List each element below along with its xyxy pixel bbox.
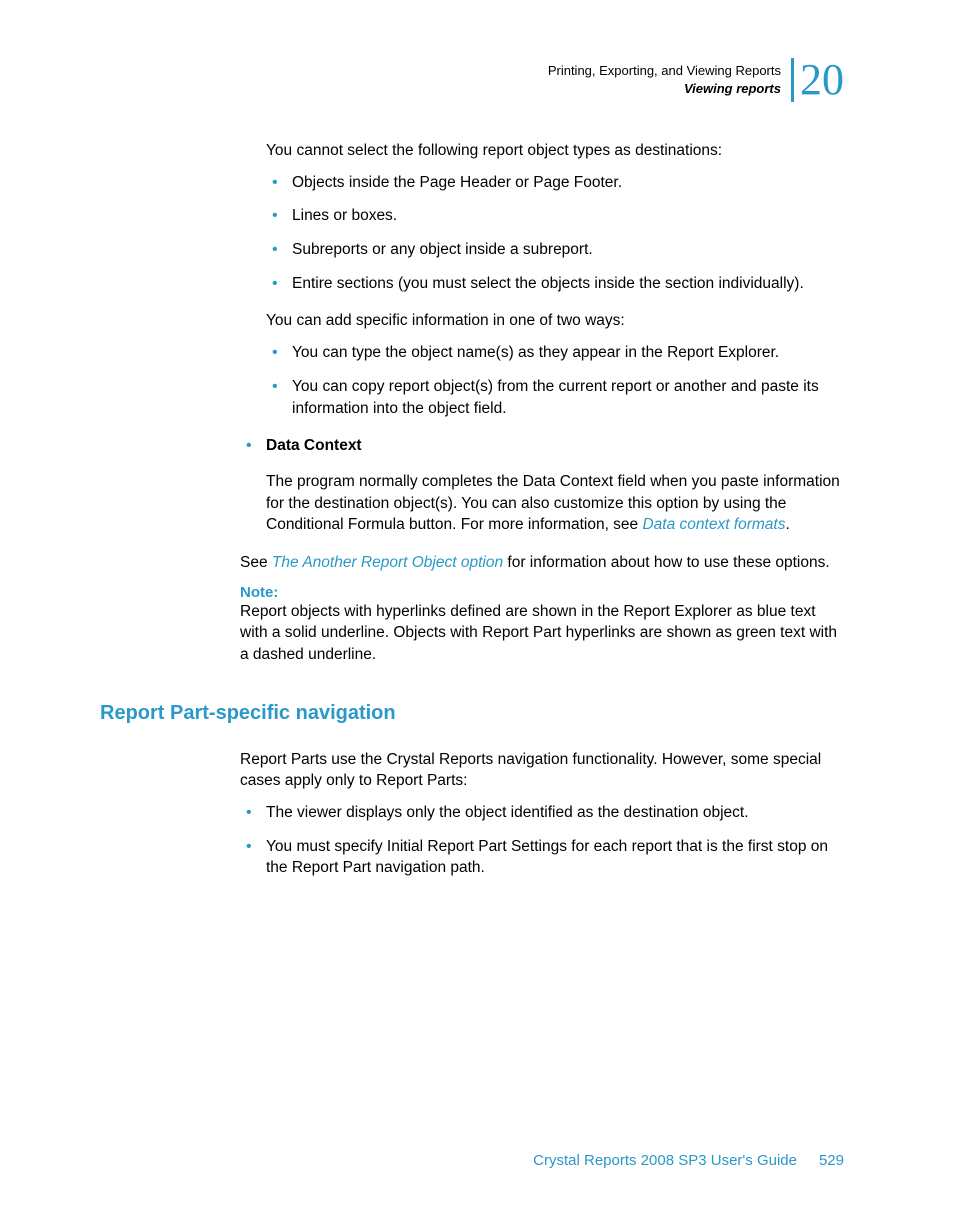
page-content: You cannot select the following report o… xyxy=(240,140,844,895)
section-heading: Report Part-specific navigation xyxy=(100,702,844,725)
data-context-body: The program normally completes the Data … xyxy=(266,471,844,536)
list-item: Lines or boxes. xyxy=(266,205,844,227)
section-bullets: The viewer displays only the object iden… xyxy=(240,802,844,879)
list-item: Objects inside the Page Header or Page F… xyxy=(266,172,844,194)
ways-intro: You can add specific information in one … xyxy=(266,310,844,332)
note-label: Note: xyxy=(240,584,844,601)
data-context-list: Data Context The program normally comple… xyxy=(240,435,844,536)
see-also-pre: See xyxy=(240,554,272,571)
page-footer: Crystal Reports 2008 SP3 User's Guide 52… xyxy=(0,1152,954,1169)
list-item: You can copy report object(s) from the c… xyxy=(266,376,844,419)
list-item: Entire sections (you must select the obj… xyxy=(266,273,844,295)
restrictions-intro: You cannot select the following report o… xyxy=(266,140,844,162)
header-section: Viewing reports xyxy=(548,80,781,98)
list-item: The viewer displays only the object iden… xyxy=(240,802,844,824)
section-intro: Report Parts use the Crystal Reports nav… xyxy=(240,749,844,792)
indented-content: You cannot select the following report o… xyxy=(266,140,844,419)
page: Printing, Exporting, and Viewing Reports… xyxy=(0,0,954,1227)
data-context-label: Data Context xyxy=(266,437,362,454)
page-header: Printing, Exporting, and Viewing Reports… xyxy=(548,58,844,102)
data-context-link[interactable]: Data context formats xyxy=(642,516,785,533)
note-body: Report objects with hyperlinks defined a… xyxy=(240,601,844,666)
data-context-item: Data Context The program normally comple… xyxy=(240,435,844,536)
list-item: You must specify Initial Report Part Set… xyxy=(240,836,844,879)
chapter-number: 20 xyxy=(791,58,844,102)
see-also-post: for information about how to use these o… xyxy=(503,554,830,571)
see-also-link[interactable]: The Another Report Object option xyxy=(272,554,503,571)
ways-list: You can type the object name(s) as they … xyxy=(266,342,844,419)
data-context-post: . xyxy=(786,516,790,533)
restrictions-list: Objects inside the Page Header or Page F… xyxy=(266,172,844,295)
list-item: You can type the object name(s) as they … xyxy=(266,342,844,364)
list-item: Subreports or any object inside a subrep… xyxy=(266,239,844,261)
see-also: See The Another Report Object option for… xyxy=(240,552,844,574)
footer-page-number: 529 xyxy=(819,1152,844,1169)
breadcrumb: Printing, Exporting, and Viewing Reports xyxy=(548,62,781,80)
header-text: Printing, Exporting, and Viewing Reports… xyxy=(548,62,781,97)
footer-title: Crystal Reports 2008 SP3 User's Guide xyxy=(533,1152,797,1169)
